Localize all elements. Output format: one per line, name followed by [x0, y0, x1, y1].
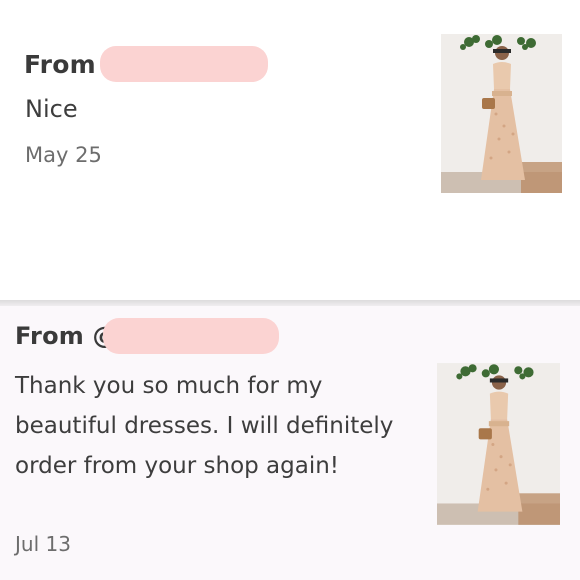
- review-author-row: From: [24, 46, 268, 82]
- redacted-username: [99, 46, 268, 82]
- review-date: Jul 13: [15, 532, 71, 556]
- product-thumbnail[interactable]: [441, 34, 562, 193]
- review-message: Nice: [25, 95, 78, 123]
- review-date: May 25: [25, 143, 102, 167]
- from-label: From @: [15, 322, 117, 350]
- redacted-username: [102, 318, 279, 354]
- product-thumbnail[interactable]: [437, 363, 560, 525]
- reviews-page: From Nice May 25 From @ Thank you so muc…: [0, 0, 580, 580]
- review-author-row: From @: [15, 318, 279, 354]
- from-label: From: [24, 49, 96, 79]
- dress-photo-icon: [437, 363, 560, 525]
- review-card: From Nice May 25: [0, 0, 580, 302]
- dress-photo-icon: [441, 34, 562, 193]
- review-message: Thank you so much for my beautiful dress…: [15, 373, 394, 479]
- review-card: From @ Thank you so much for my beautifu…: [0, 306, 580, 580]
